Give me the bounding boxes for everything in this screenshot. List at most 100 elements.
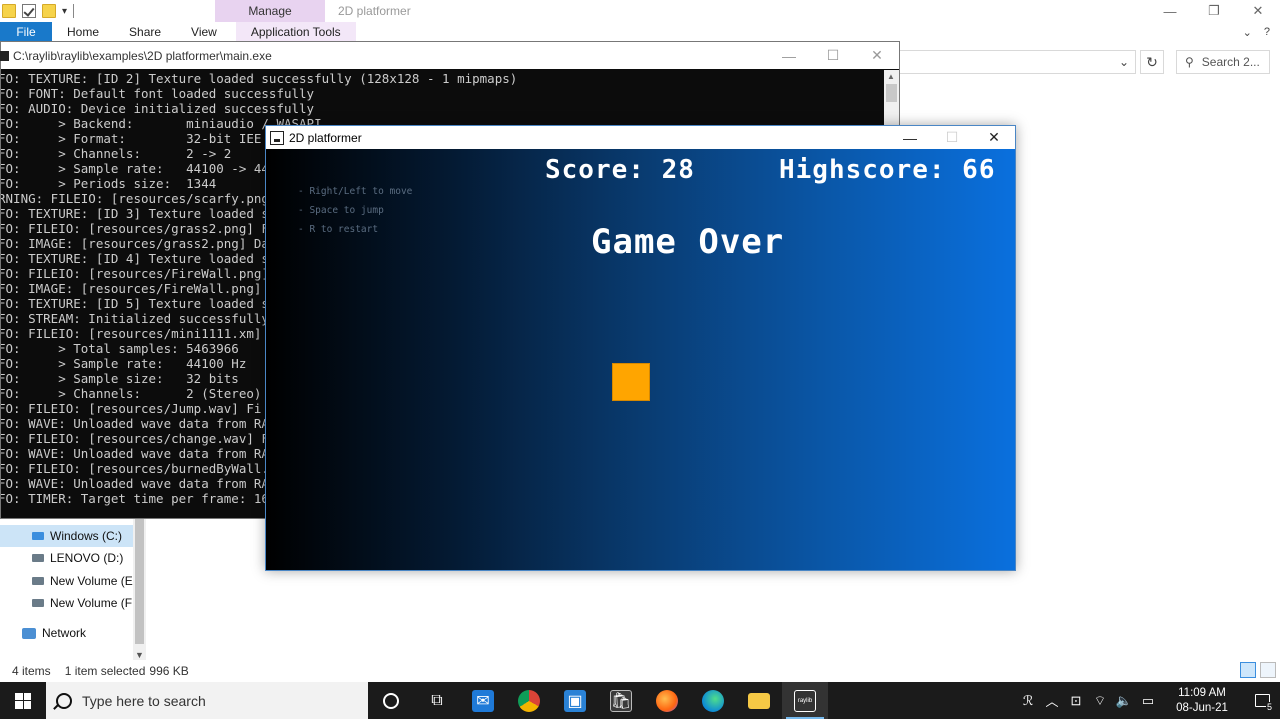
game-title-bar: 2D platformer — ☐ ✕ xyxy=(266,126,1015,149)
nav-item-new-volume-e[interactable]: New Volume (E:) xyxy=(32,574,140,588)
store-icon: 🛍 xyxy=(610,689,632,712)
help-icon[interactable]: ? xyxy=(1264,26,1270,39)
console-window-title: C:\raylib\raylib\examples\2D platformer\… xyxy=(13,48,272,63)
network-icon xyxy=(22,627,36,639)
close-button[interactable]: ✕ xyxy=(1236,0,1280,22)
search-icon xyxy=(56,692,72,709)
edge-icon xyxy=(702,689,724,712)
game-window: 2D platformer — ☐ ✕ Score: 28 Highscore:… xyxy=(265,125,1016,571)
taskbar-edge[interactable] xyxy=(690,682,736,719)
show-hidden-icons-chevron-icon[interactable]: ︿ xyxy=(1040,691,1064,710)
status-bar: 4 items 1 item selected 996 KB xyxy=(0,660,1280,682)
minimize-button[interactable]: — xyxy=(767,42,811,69)
taskbar-store[interactable]: 🛍 xyxy=(598,682,644,719)
console-log-line: FO: AUDIO: Device initialized successful… xyxy=(1,101,315,116)
close-button[interactable]: ✕ xyxy=(973,126,1015,149)
maximize-button[interactable]: ☐ xyxy=(811,42,855,69)
nav-item-label: Windows (C:) xyxy=(50,529,123,543)
cortana-button[interactable] xyxy=(368,682,414,719)
address-bar[interactable]: ⌄ xyxy=(900,50,1136,74)
nav-item-label: New Volume (E:) xyxy=(50,574,141,588)
clock-date: 08-Jun-21 xyxy=(1176,701,1228,714)
folder-icon[interactable] xyxy=(2,4,16,18)
chrome-icon xyxy=(518,689,540,712)
desktop: ▾ Manage 2D platformer — ❐ ✕ File Home S… xyxy=(0,0,1280,719)
game-canvas[interactable]: Score: 28 Highscore: 66 Game Over - Righ… xyxy=(266,149,1015,570)
maximize-button: ☐ xyxy=(945,129,959,145)
restore-button[interactable]: ❐ xyxy=(1192,0,1236,22)
instruction-move: - Right/Left to move xyxy=(298,186,413,197)
toolbar-divider xyxy=(73,4,75,18)
nav-item-lenovo-d[interactable]: LENOVO (D:) xyxy=(32,551,123,565)
quick-access-toolbar: ▾ xyxy=(0,0,75,22)
view-buttons xyxy=(1240,662,1276,678)
search-icon: ⚲ xyxy=(1185,55,1194,69)
tab-home[interactable]: Home xyxy=(52,22,114,42)
start-button[interactable] xyxy=(0,682,46,719)
action-center-button[interactable]: 5 xyxy=(1244,682,1280,719)
instruction-jump: - Space to jump xyxy=(298,205,384,216)
large-icons-view-icon[interactable] xyxy=(1260,662,1276,678)
taskbar-clock[interactable]: 11:09 AM 08-Jun-21 xyxy=(1166,686,1238,716)
pen-workspace-icon[interactable]: ℛ xyxy=(1016,693,1040,709)
refresh-button[interactable]: ↻ xyxy=(1140,50,1164,74)
nav-item-label: LENOVO (D:) xyxy=(50,551,124,565)
nav-item-windows-c[interactable]: Windows (C:) xyxy=(0,525,134,547)
nav-item-new-volume-f[interactable]: New Volume (F:) xyxy=(32,596,139,610)
taskbar-search-box[interactable]: Type here to search xyxy=(46,682,368,719)
volume-icon[interactable]: 🔈 xyxy=(1112,693,1136,709)
ribbon-right-controls: ⌄ ? xyxy=(1243,26,1270,39)
explorer-search-input[interactable]: ⚲ Search 2... xyxy=(1176,50,1270,74)
game-window-controls: — ☐ ✕ xyxy=(889,126,1015,149)
item-count: 4 items xyxy=(12,664,51,678)
scrollbar-thumb[interactable] xyxy=(135,518,144,644)
tab-share[interactable]: Share xyxy=(114,22,176,42)
expand-ribbon-icon[interactable]: ⌄ xyxy=(1243,26,1252,39)
wifi-icon[interactable]: ⌔ xyxy=(1088,693,1112,709)
taskbar-file-explorer[interactable] xyxy=(736,682,782,719)
taskbar-raylib-game[interactable]: raylib xyxy=(782,682,828,719)
nav-pane-scrollbar[interactable]: ▼ xyxy=(133,518,146,660)
console-log-line: FO: TEXTURE: [ID 2] Texture loaded succe… xyxy=(1,71,518,86)
player-sprite xyxy=(612,363,650,401)
minimize-button[interactable]: — xyxy=(889,126,931,149)
details-view-icon[interactable] xyxy=(1240,662,1256,678)
console-log-line: FO: FONT: Default font loaded successful… xyxy=(1,86,315,101)
new-folder-icon[interactable] xyxy=(42,4,56,18)
tab-file[interactable]: File xyxy=(0,22,52,42)
navigation-pane: Windows (C:) LENOVO (D:) New Volume (E:)… xyxy=(0,518,146,658)
manage-contextual-tab[interactable]: Manage xyxy=(215,0,325,22)
address-row: ⌄ ↻ ⚲ Search 2... xyxy=(900,48,1280,76)
address-history-chevron-icon[interactable]: ⌄ xyxy=(1119,55,1129,69)
tab-view[interactable]: View xyxy=(176,22,232,42)
taskbar-chrome[interactable] xyxy=(506,682,552,719)
scrollbar-thumb[interactable] xyxy=(886,84,897,102)
scroll-up-arrow-icon[interactable]: ▲ xyxy=(887,72,895,81)
properties-icon[interactable] xyxy=(22,4,36,18)
nav-item-network[interactable]: Network xyxy=(22,626,86,640)
console-app-icon xyxy=(0,50,9,61)
taskbar-photos[interactable]: ▣ xyxy=(552,682,598,719)
scroll-down-arrow-icon[interactable]: ▼ xyxy=(135,650,144,660)
close-button[interactable]: ✕ xyxy=(855,42,899,69)
tab-application-tools[interactable]: Application Tools xyxy=(235,22,356,42)
raylib-app-icon xyxy=(270,130,284,145)
explorer-window-controls: — ❐ ✕ xyxy=(1148,0,1280,22)
taskbar-mail[interactable]: ✉ xyxy=(460,682,506,719)
selection-size: 996 KB xyxy=(149,664,189,678)
battery-icon[interactable]: ▭ xyxy=(1136,693,1160,709)
taskbar: Type here to search ⧉ ✉ ▣ 🛍 raylib ℛ ︿ ⊡… xyxy=(0,682,1280,719)
meet-now-icon[interactable]: ⊡ xyxy=(1064,693,1088,709)
drive-icon xyxy=(32,599,44,607)
minimize-button[interactable]: — xyxy=(1148,0,1192,22)
file-explorer-icon xyxy=(748,692,770,709)
taskbar-firefox[interactable] xyxy=(644,682,690,719)
score-label: Score: 28 xyxy=(545,155,695,185)
clock-time: 11:09 AM xyxy=(1178,686,1226,699)
nav-item-label: New Volume (F:) xyxy=(50,596,140,610)
cortana-icon xyxy=(383,692,399,709)
task-view-button[interactable]: ⧉ xyxy=(414,682,460,719)
customize-dropdown-icon[interactable]: ▾ xyxy=(62,6,67,17)
console-window-controls: — ☐ ✕ xyxy=(767,42,899,69)
instruction-restart: - R to restart xyxy=(298,224,379,235)
